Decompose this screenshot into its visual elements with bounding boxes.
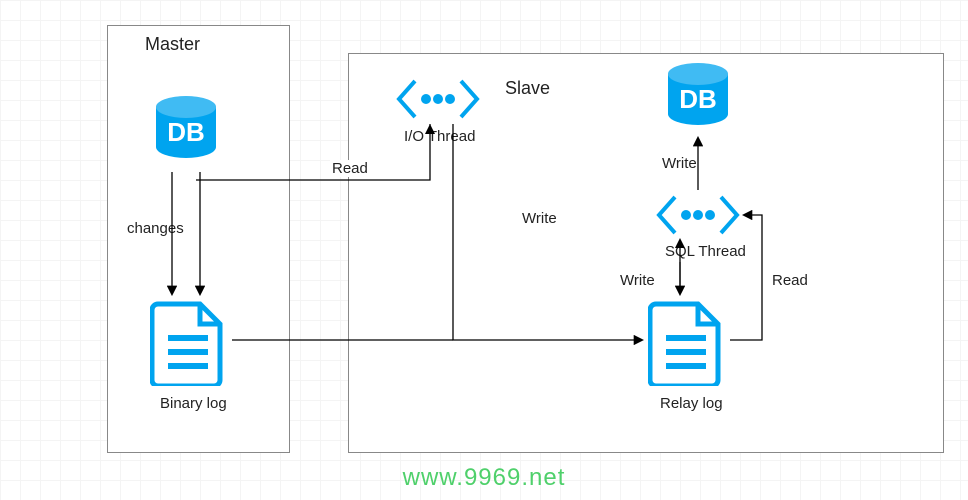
thread-icon — [395, 77, 481, 121]
edge-label-write: Write — [618, 272, 657, 289]
slave-title: Slave — [505, 78, 550, 99]
binary-log-label: Binary log — [158, 395, 229, 412]
edge-label-read: Read — [330, 160, 370, 177]
database-icon: DB — [150, 95, 222, 167]
db-text: DB — [679, 84, 717, 114]
master-container — [107, 25, 290, 453]
master-title: Master — [145, 34, 200, 55]
document-icon — [150, 298, 228, 386]
edge-label-changes: changes — [125, 220, 186, 237]
database-icon: DB — [662, 62, 734, 134]
sql-thread-label: SQL Thread — [663, 243, 748, 260]
relay-log-label: Relay log — [658, 395, 725, 412]
document-icon — [648, 298, 726, 386]
io-thread-label: I/O Thread — [402, 128, 477, 145]
db-text: DB — [167, 117, 205, 147]
edge-label-write: Write — [660, 155, 699, 172]
edge-label-read: Read — [770, 272, 810, 289]
thread-icon — [655, 193, 741, 237]
watermark: www.9969.net — [0, 464, 968, 492]
edge-label-write: Write — [520, 210, 559, 227]
